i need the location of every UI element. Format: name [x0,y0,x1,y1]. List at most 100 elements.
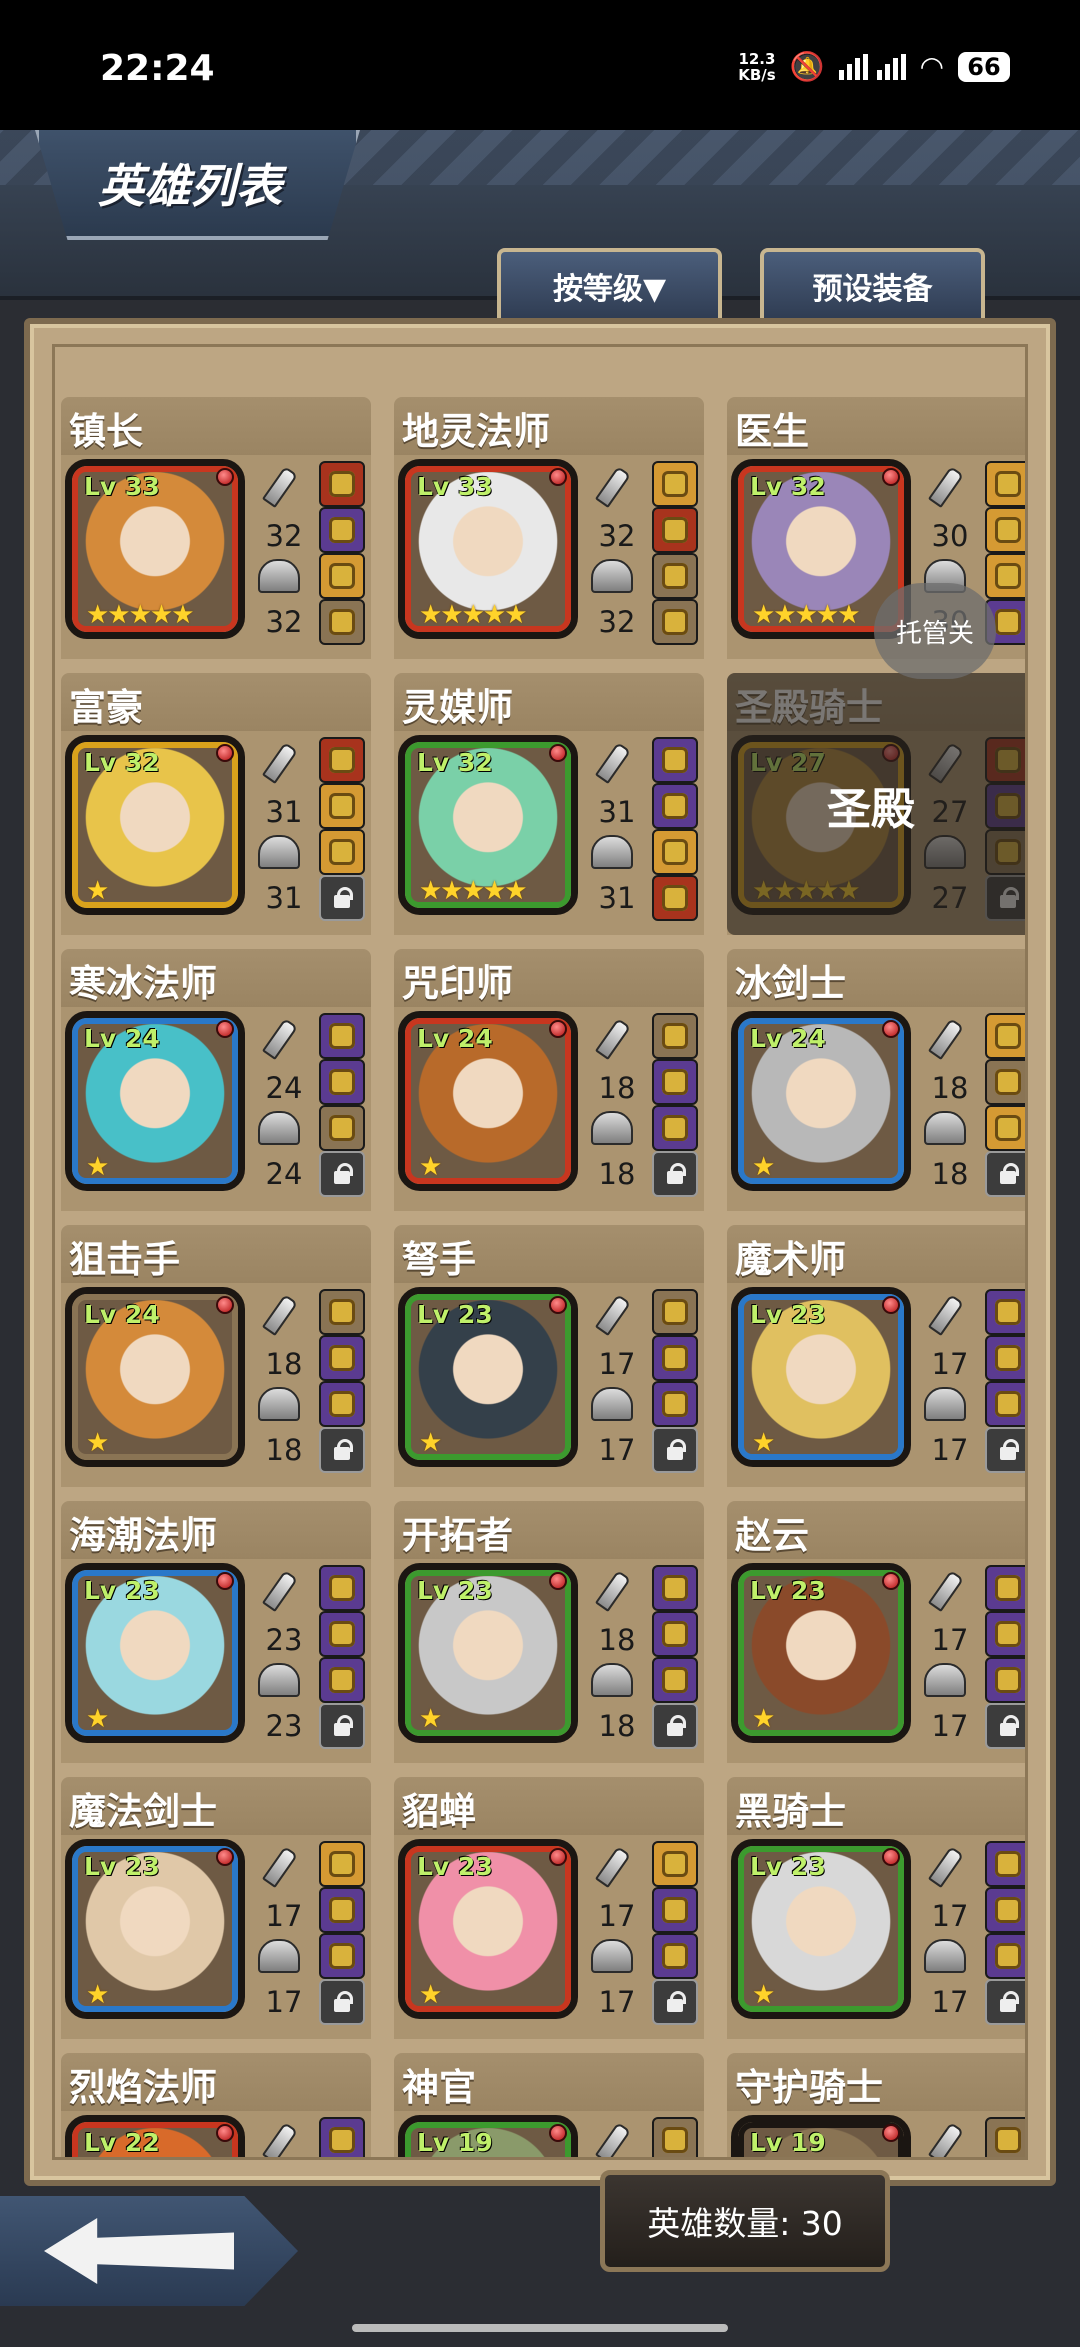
equipment-slot[interactable] [985,1841,1025,1887]
equipment-slot[interactable] [652,1611,698,1657]
locked-slot-icon[interactable] [985,1703,1025,1749]
equipment-slot[interactable] [652,461,698,507]
equipment-slot[interactable] [652,2117,698,2157]
hero-portrait[interactable]: Lv 22 [65,2115,245,2157]
equipment-slot[interactable] [652,599,698,645]
locked-slot-icon[interactable] [319,875,365,921]
equipment-slot[interactable] [985,1381,1025,1427]
equipment-slot[interactable] [985,2117,1025,2157]
hero-portrait[interactable]: Lv 32 ★★★★★ [398,735,578,915]
preset-equipment-button[interactable]: 预设装备 [760,248,985,320]
hero-card[interactable]: 开拓者 Lv 23 ★ 18 18 [394,1501,704,1763]
equipment-slot[interactable] [985,1887,1025,1933]
equipment-slot[interactable] [985,553,1025,599]
equipment-slot[interactable] [985,1059,1025,1105]
equipment-slot[interactable] [652,1335,698,1381]
equipment-slot[interactable] [652,507,698,553]
locked-slot-icon[interactable] [985,1427,1025,1473]
sort-by-level-button[interactable]: 按等级▼ [497,248,722,320]
equipment-slot[interactable] [652,1105,698,1151]
equipment-slot[interactable] [319,1335,365,1381]
auto-battle-toggle[interactable]: 托管关 [874,583,996,679]
hero-portrait[interactable]: Lv 24 ★ [65,1011,245,1191]
equipment-slot[interactable] [652,829,698,875]
equipment-slot[interactable] [319,1887,365,1933]
hero-portrait[interactable]: Lv 23 ★ [731,1287,911,1467]
hero-card[interactable]: 赵云 Lv 23 ★ 17 17 [727,1501,1025,1763]
locked-slot-icon[interactable] [319,1703,365,1749]
equipment-slot[interactable] [652,1565,698,1611]
hero-portrait[interactable]: Lv 23 ★ [398,1839,578,2019]
equipment-slot[interactable] [319,1841,365,1887]
locked-slot-icon[interactable] [652,1151,698,1197]
equipment-slot[interactable] [319,599,365,645]
hero-card[interactable]: 烈焰法师 Lv 22 [61,2053,371,2157]
locked-slot-icon[interactable] [652,1427,698,1473]
equipment-slot[interactable] [319,1565,365,1611]
hero-card[interactable]: 守护骑士 Lv 19 [727,2053,1025,2157]
hero-portrait[interactable]: Lv 23 ★ [65,1563,245,1743]
equipment-slot[interactable] [319,1289,365,1335]
hero-portrait[interactable]: Lv 19 [398,2115,578,2157]
locked-slot-icon[interactable] [319,1979,365,2025]
hero-portrait[interactable]: Lv 23 ★ [398,1563,578,1743]
equipment-slot[interactable] [652,1841,698,1887]
equipment-slot[interactable] [985,1335,1025,1381]
equipment-slot[interactable] [319,1059,365,1105]
equipment-slot[interactable] [985,1565,1025,1611]
equipment-slot[interactable] [652,1933,698,1979]
equipment-slot[interactable] [319,1105,365,1151]
equipment-slot[interactable] [319,1933,365,1979]
hero-card[interactable]: 灵媒师 Lv 32 ★★★★★ 31 31 [394,673,704,935]
equipment-slot[interactable] [985,1657,1025,1703]
equipment-slot[interactable] [652,1289,698,1335]
equipment-slot[interactable] [652,1013,698,1059]
equipment-slot[interactable] [319,1381,365,1427]
hero-portrait[interactable]: Lv 24 ★ [65,1287,245,1467]
hero-card[interactable]: 海潮法师 Lv 23 ★ 23 23 [61,1501,371,1763]
hero-portrait[interactable]: Lv 24 ★ [398,1011,578,1191]
hero-portrait[interactable]: Lv 24 ★ [731,1011,911,1191]
hero-card[interactable]: 貂蝉 Lv 23 ★ 17 17 [394,1777,704,2039]
locked-slot-icon[interactable] [319,1151,365,1197]
equipment-slot[interactable] [652,1059,698,1105]
hero-card[interactable]: 黑骑士 Lv 23 ★ 17 17 [727,1777,1025,2039]
hero-card[interactable]: 圣殿骑士 Lv 27 ★★★★★ 27 27 圣殿 [727,673,1025,935]
equipment-slot[interactable] [985,1013,1025,1059]
hero-portrait[interactable]: Lv 32 ★ [65,735,245,915]
hero-card[interactable]: 弩手 Lv 23 ★ 17 17 [394,1225,704,1487]
equipment-slot[interactable] [985,1933,1025,1979]
equipment-slot[interactable] [985,461,1025,507]
hero-card[interactable]: 富豪 Lv 32 ★ 31 31 [61,673,371,935]
equipment-slot[interactable] [319,553,365,599]
hero-card[interactable]: 咒印师 Lv 24 ★ 18 18 [394,949,704,1211]
equipment-slot[interactable] [319,829,365,875]
hero-card[interactable]: 地灵法师 Lv 33 ★★★★★ 32 32 [394,397,704,659]
hero-portrait[interactable]: Lv 23 ★ [65,1839,245,2019]
hero-card[interactable]: 狙击手 Lv 24 ★ 18 18 [61,1225,371,1487]
locked-slot-icon[interactable] [652,1979,698,2025]
hero-portrait[interactable]: Lv 19 [731,2115,911,2157]
hero-card[interactable]: 神官 Lv 19 [394,2053,704,2157]
equipment-slot[interactable] [652,1381,698,1427]
hero-portrait[interactable]: Lv 23 ★ [731,1839,911,2019]
equipment-slot[interactable] [985,1105,1025,1151]
locked-slot-icon[interactable] [985,1979,1025,2025]
locked-slot-icon[interactable] [985,1151,1025,1197]
locked-slot-icon[interactable] [652,1703,698,1749]
hero-card[interactable]: 魔法剑士 Lv 23 ★ 17 17 [61,1777,371,2039]
equipment-slot[interactable] [985,1289,1025,1335]
equipment-slot[interactable] [319,461,365,507]
equipment-slot[interactable] [652,783,698,829]
locked-slot-icon[interactable] [319,1427,365,1473]
equipment-slot[interactable] [319,737,365,783]
hero-card[interactable]: 寒冰法师 Lv 24 ★ 24 24 [61,949,371,1211]
equipment-slot[interactable] [652,737,698,783]
equipment-slot[interactable] [652,1657,698,1703]
equipment-slot[interactable] [319,1013,365,1059]
equipment-slot[interactable] [319,1657,365,1703]
hero-card[interactable]: 魔术师 Lv 23 ★ 17 17 [727,1225,1025,1487]
equipment-slot[interactable] [652,553,698,599]
equipment-slot[interactable] [652,875,698,921]
equipment-slot[interactable] [319,507,365,553]
